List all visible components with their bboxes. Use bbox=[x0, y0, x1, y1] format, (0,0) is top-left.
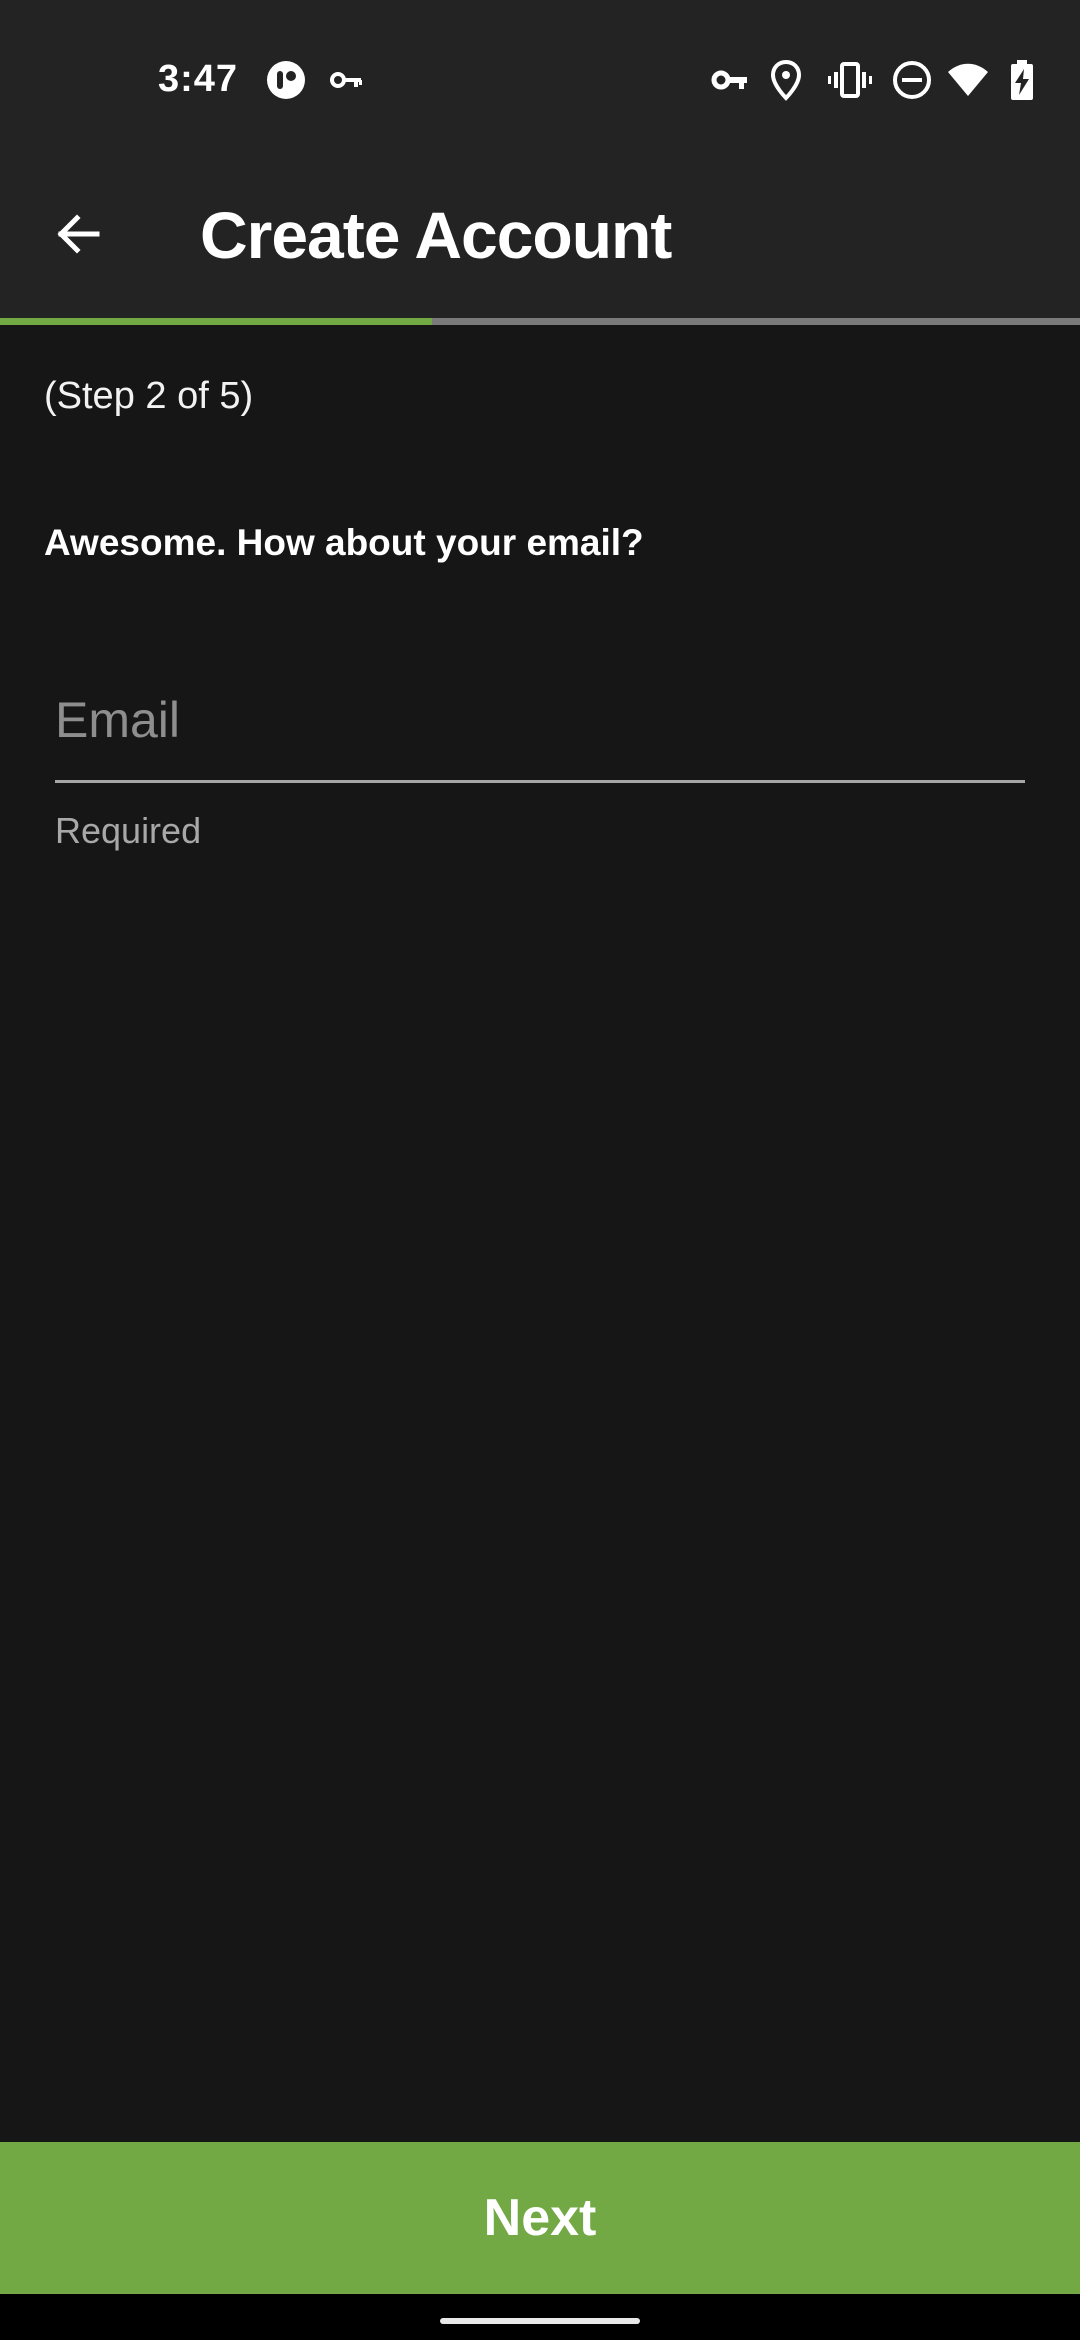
vpn-key-icon bbox=[708, 58, 752, 102]
status-time: 3:47 bbox=[158, 58, 239, 100]
app-bar: Create Account bbox=[0, 160, 1080, 318]
vpn-key-icon bbox=[326, 58, 370, 102]
form-prompt: Awesome. How about your email? bbox=[44, 522, 644, 563]
step-progress-bar bbox=[0, 318, 1080, 325]
arrow-left-icon bbox=[53, 209, 103, 264]
email-field-container bbox=[55, 660, 1025, 783]
home-gesture-handle[interactable] bbox=[440, 2318, 640, 2324]
wifi-icon bbox=[946, 58, 990, 102]
email-field[interactable] bbox=[55, 680, 1025, 760]
battery-charging-icon bbox=[1000, 58, 1044, 102]
next-button[interactable]: Next bbox=[0, 2142, 1080, 2294]
do-not-disturb-icon bbox=[890, 58, 934, 102]
page-title: Create Account bbox=[200, 198, 672, 272]
step-label: (Step 2 of 5) bbox=[44, 375, 254, 417]
step-progress-fill bbox=[0, 318, 432, 325]
vibrate-icon bbox=[828, 58, 872, 102]
back-button[interactable] bbox=[38, 196, 118, 276]
location-pin-icon bbox=[764, 58, 808, 102]
system-nav-bar bbox=[0, 2294, 1080, 2340]
email-helper-text: Required bbox=[55, 810, 202, 851]
app-notification-icon bbox=[264, 58, 308, 102]
status-bar: 3:47 bbox=[0, 0, 1080, 160]
